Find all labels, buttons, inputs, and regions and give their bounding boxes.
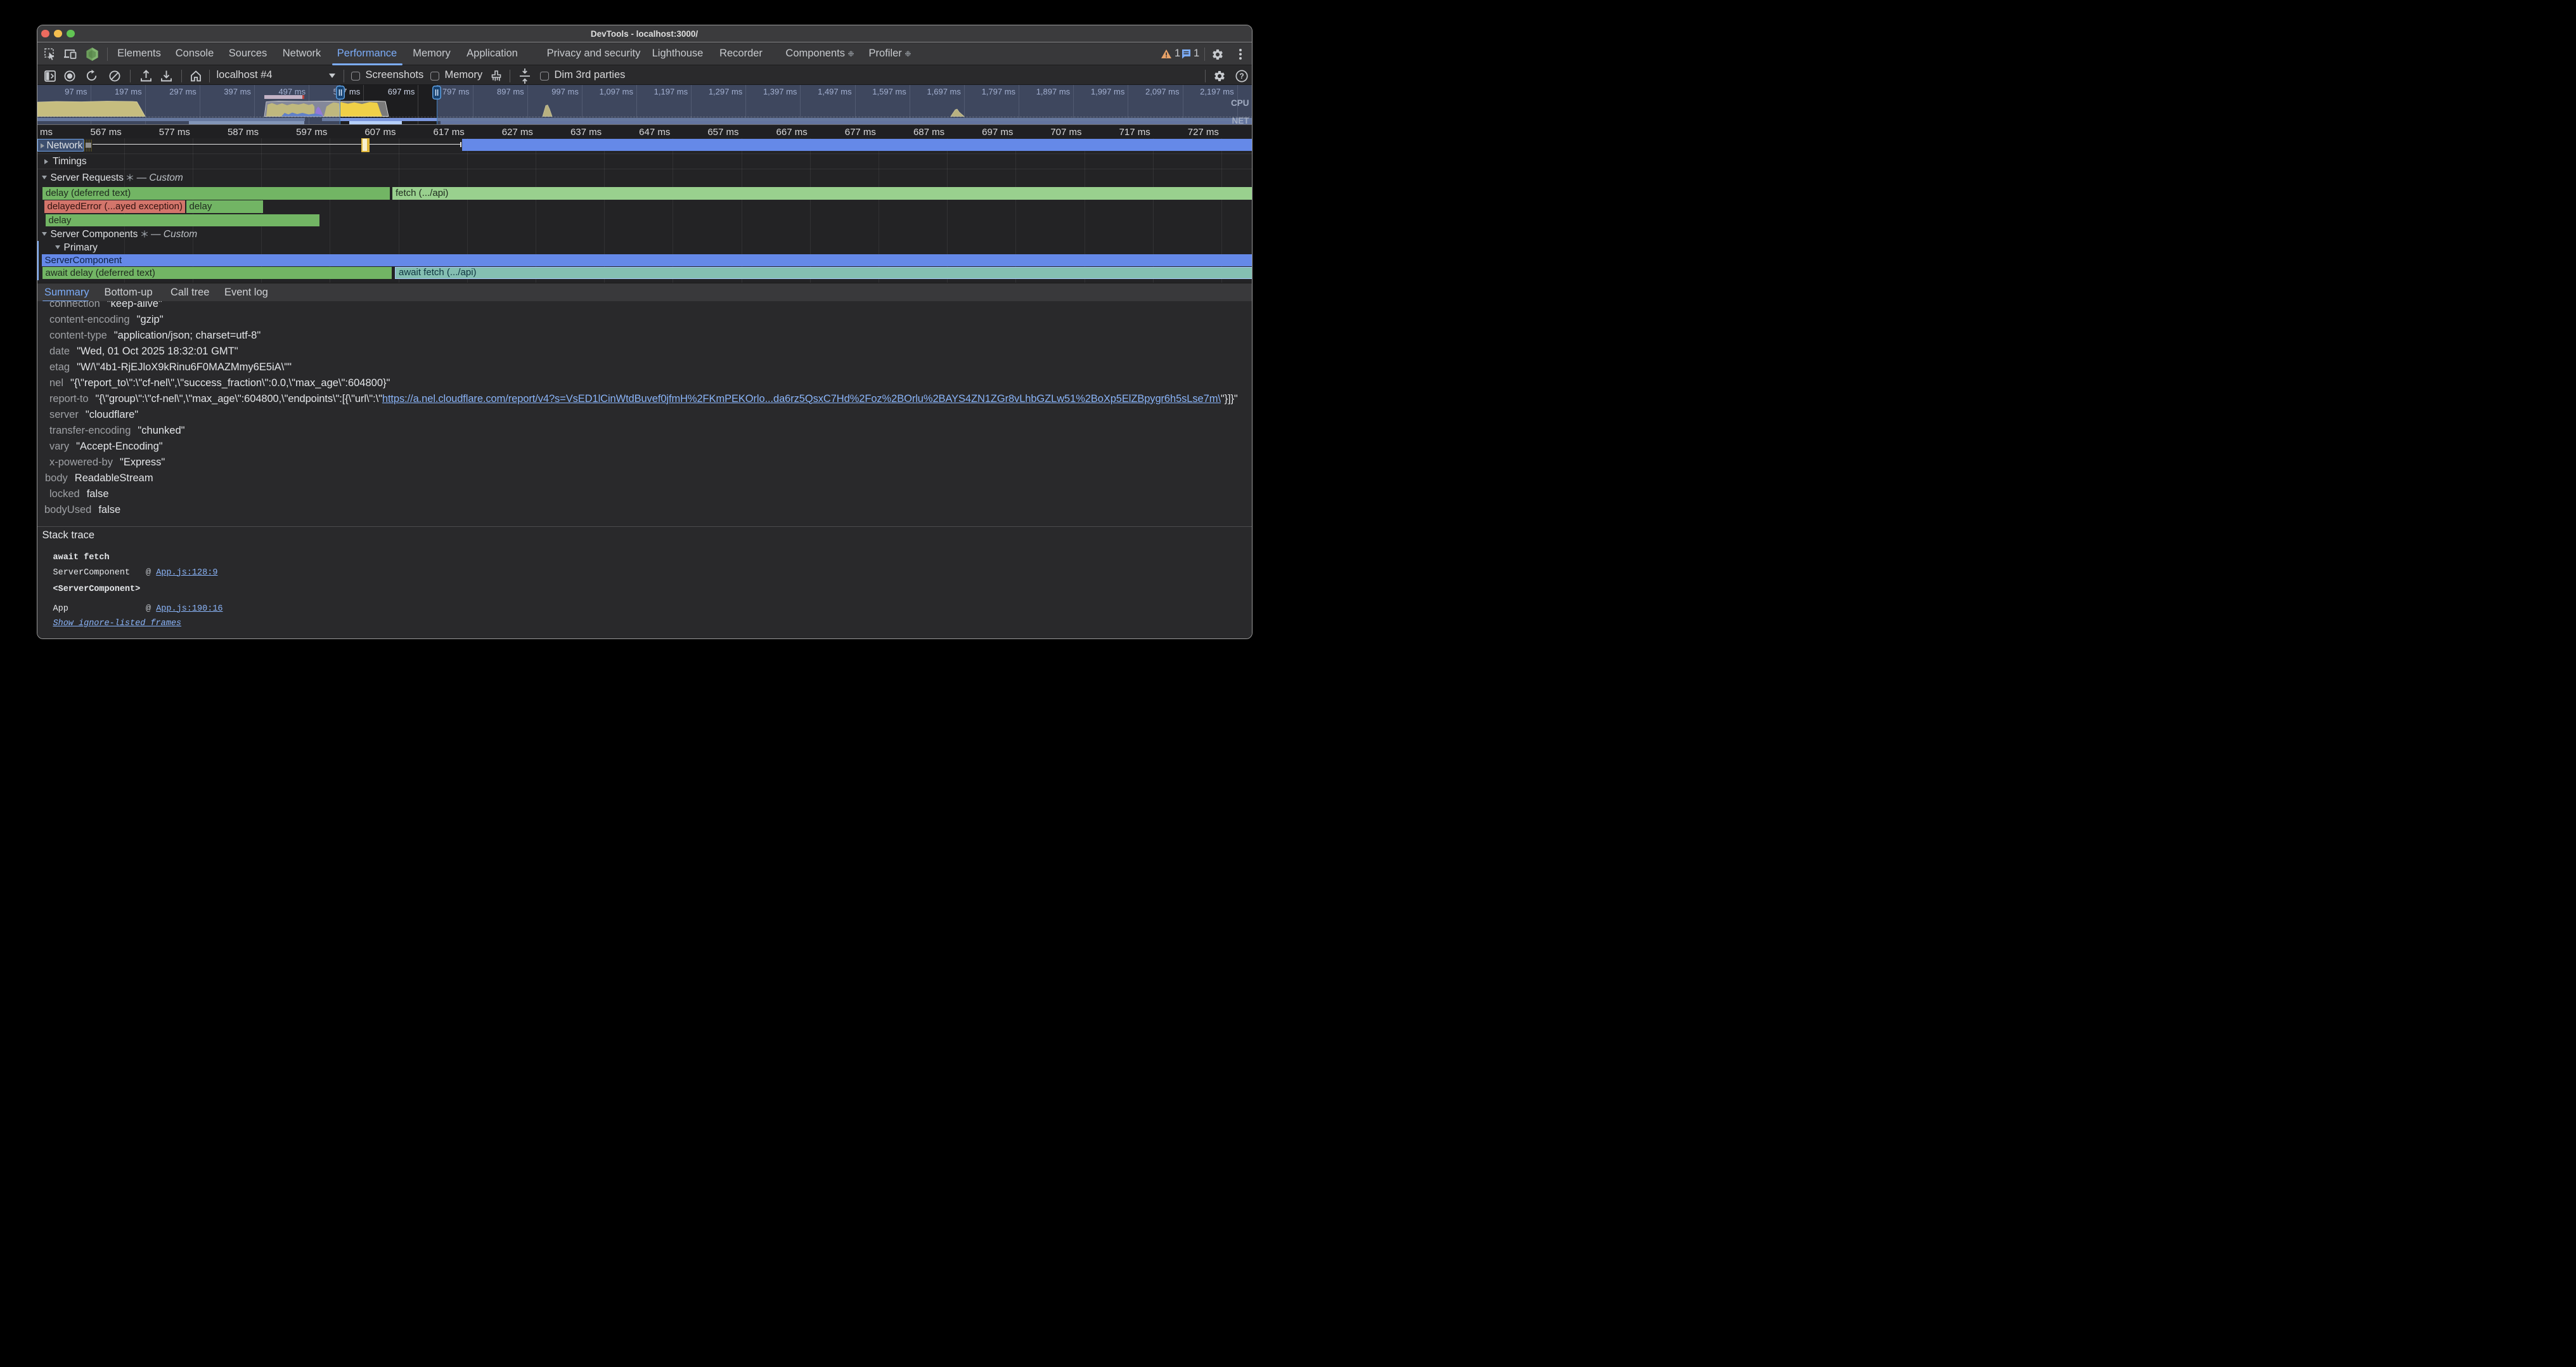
svg-text:?: ? xyxy=(1239,72,1244,81)
